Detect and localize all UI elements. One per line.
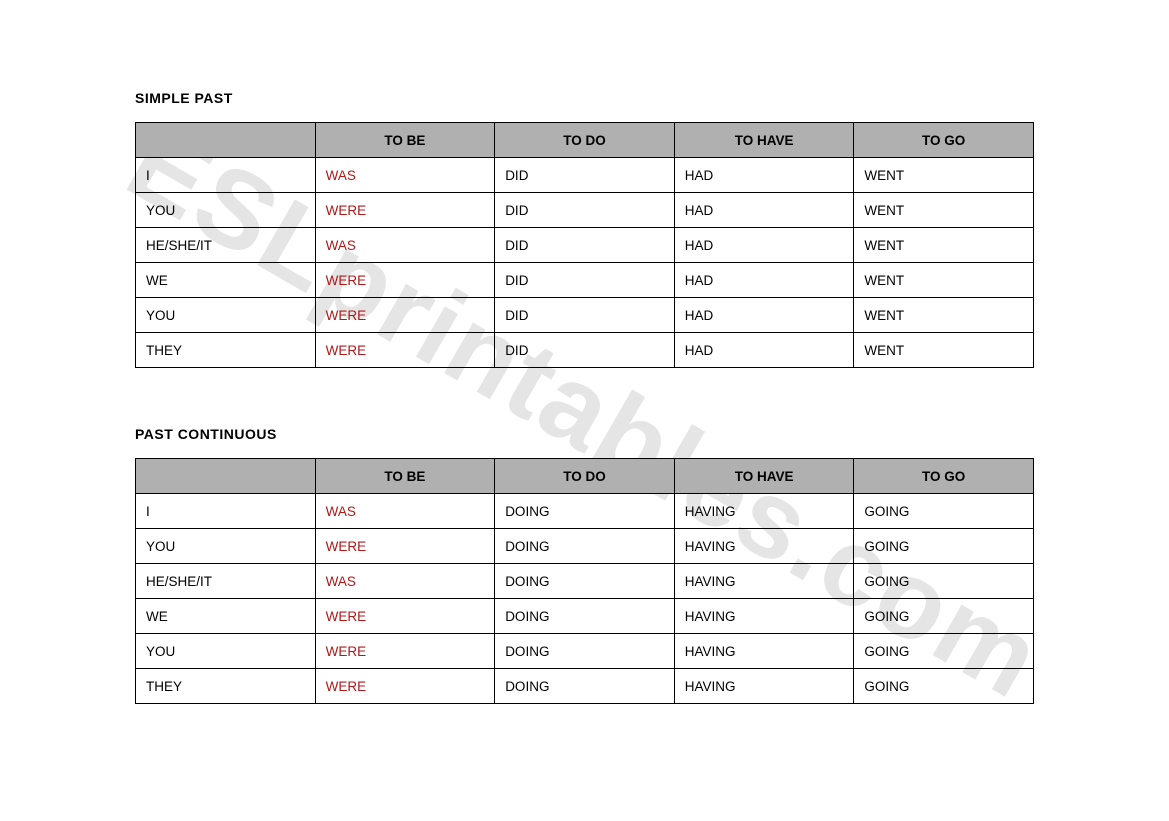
cell-do: DID	[495, 158, 675, 193]
table-row: YOU WERE DID HAD WENT	[136, 193, 1034, 228]
cell-go: GOING	[854, 529, 1034, 564]
header-to-go: TO GO	[854, 123, 1034, 158]
cell-go: GOING	[854, 634, 1034, 669]
cell-pronoun: HE/SHE/IT	[136, 564, 316, 599]
cell-have: HAD	[674, 298, 854, 333]
cell-pronoun: YOU	[136, 298, 316, 333]
table-header-row: TO BE TO DO TO HAVE TO GO	[136, 459, 1034, 494]
cell-have: HAVING	[674, 494, 854, 529]
cell-pronoun: YOU	[136, 529, 316, 564]
cell-go: WENT	[854, 158, 1034, 193]
cell-be: WAS	[315, 228, 495, 263]
cell-be: WAS	[315, 494, 495, 529]
cell-do: DID	[495, 228, 675, 263]
cell-go: WENT	[854, 228, 1034, 263]
header-to-do: TO DO	[495, 459, 675, 494]
cell-go: GOING	[854, 494, 1034, 529]
cell-do: DOING	[495, 564, 675, 599]
cell-pronoun: YOU	[136, 634, 316, 669]
cell-be: WERE	[315, 529, 495, 564]
cell-have: HAVING	[674, 634, 854, 669]
page-content: SIMPLE PAST TO BE TO DO TO HAVE TO GO I …	[0, 0, 1169, 704]
section-title-past-continuous: PAST CONTINUOUS	[135, 426, 1034, 442]
cell-do: DID	[495, 263, 675, 298]
cell-go: GOING	[854, 669, 1034, 704]
cell-have: HAVING	[674, 529, 854, 564]
header-to-be: TO BE	[315, 123, 495, 158]
cell-do: DOING	[495, 599, 675, 634]
header-to-go: TO GO	[854, 459, 1034, 494]
cell-go: GOING	[854, 564, 1034, 599]
table-row: YOU WERE DID HAD WENT	[136, 298, 1034, 333]
table-simple-past: TO BE TO DO TO HAVE TO GO I WAS DID HAD …	[135, 122, 1034, 368]
table-row: I WAS DID HAD WENT	[136, 158, 1034, 193]
cell-do: DOING	[495, 634, 675, 669]
cell-be: WERE	[315, 669, 495, 704]
header-to-have: TO HAVE	[674, 459, 854, 494]
cell-have: HAD	[674, 228, 854, 263]
cell-pronoun: THEY	[136, 669, 316, 704]
table-row: I WAS DOING HAVING GOING	[136, 494, 1034, 529]
table-row: WE WERE DID HAD WENT	[136, 263, 1034, 298]
table-header-row: TO BE TO DO TO HAVE TO GO	[136, 123, 1034, 158]
cell-be: WAS	[315, 564, 495, 599]
cell-be: WERE	[315, 193, 495, 228]
cell-pronoun: HE/SHE/IT	[136, 228, 316, 263]
table-row: WE WERE DOING HAVING GOING	[136, 599, 1034, 634]
table-row: THEY WERE DID HAD WENT	[136, 333, 1034, 368]
cell-pronoun: I	[136, 494, 316, 529]
cell-have: HAD	[674, 263, 854, 298]
cell-pronoun: WE	[136, 599, 316, 634]
cell-pronoun: YOU	[136, 193, 316, 228]
cell-do: DID	[495, 333, 675, 368]
table-row: HE/SHE/IT WAS DOING HAVING GOING	[136, 564, 1034, 599]
cell-pronoun: I	[136, 158, 316, 193]
cell-do: DID	[495, 298, 675, 333]
cell-go: WENT	[854, 333, 1034, 368]
cell-go: GOING	[854, 599, 1034, 634]
cell-be: WERE	[315, 599, 495, 634]
cell-do: DOING	[495, 669, 675, 704]
header-blank	[136, 459, 316, 494]
cell-do: DOING	[495, 494, 675, 529]
cell-go: WENT	[854, 263, 1034, 298]
cell-pronoun: WE	[136, 263, 316, 298]
table-row: THEY WERE DOING HAVING GOING	[136, 669, 1034, 704]
header-to-do: TO DO	[495, 123, 675, 158]
cell-have: HAVING	[674, 599, 854, 634]
section-title-simple-past: SIMPLE PAST	[135, 90, 1034, 106]
cell-be: WERE	[315, 634, 495, 669]
cell-have: HAD	[674, 158, 854, 193]
cell-have: HAVING	[674, 564, 854, 599]
cell-do: DID	[495, 193, 675, 228]
cell-be: WAS	[315, 158, 495, 193]
cell-pronoun: THEY	[136, 333, 316, 368]
cell-be: WERE	[315, 333, 495, 368]
cell-have: HAVING	[674, 669, 854, 704]
cell-go: WENT	[854, 298, 1034, 333]
table-row: YOU WERE DOING HAVING GOING	[136, 634, 1034, 669]
cell-go: WENT	[854, 193, 1034, 228]
cell-do: DOING	[495, 529, 675, 564]
table-row: HE/SHE/IT WAS DID HAD WENT	[136, 228, 1034, 263]
header-to-be: TO BE	[315, 459, 495, 494]
cell-have: HAD	[674, 333, 854, 368]
header-to-have: TO HAVE	[674, 123, 854, 158]
header-blank	[136, 123, 316, 158]
cell-be: WERE	[315, 298, 495, 333]
cell-have: HAD	[674, 193, 854, 228]
table-past-continuous: TO BE TO DO TO HAVE TO GO I WAS DOING HA…	[135, 458, 1034, 704]
cell-be: WERE	[315, 263, 495, 298]
table-row: YOU WERE DOING HAVING GOING	[136, 529, 1034, 564]
